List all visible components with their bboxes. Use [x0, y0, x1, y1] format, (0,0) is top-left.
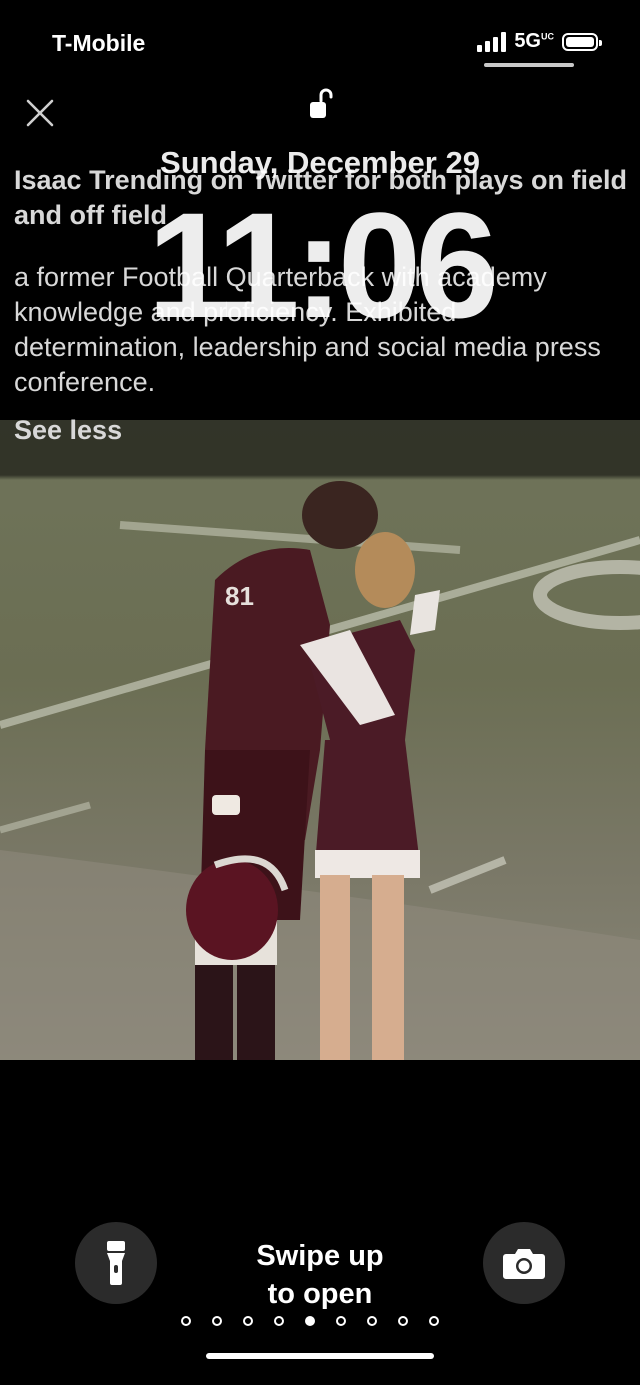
page-dot[interactable] — [367, 1316, 377, 1326]
lock-time: 11:06 — [147, 181, 498, 349]
swipe-hint: Swipe up to open — [0, 1237, 640, 1313]
swipe-line-1: Swipe up — [256, 1240, 384, 1272]
close-icon — [26, 99, 54, 127]
control-center-grabber[interactable] — [484, 63, 574, 67]
close-button[interactable] — [22, 95, 58, 131]
network-label: 5GUC — [514, 30, 554, 53]
status-indicators: 5GUC — [477, 30, 602, 53]
story-photo[interactable]: 81 — [0, 420, 640, 1060]
carrier-name: T-Mobile — [52, 30, 146, 56]
page-dot[interactable] — [336, 1316, 346, 1326]
page-indicator[interactable] — [181, 1316, 439, 1326]
battery-icon — [562, 32, 602, 51]
page-dot[interactable] — [398, 1316, 408, 1326]
lock-controls — [0, 1060, 640, 1385]
page-dot[interactable] — [212, 1316, 222, 1326]
see-less-link[interactable]: See less — [14, 415, 122, 446]
lock-date: Sunday, December 29 — [160, 145, 480, 180]
page-dot[interactable] — [243, 1316, 253, 1326]
page-dot[interactable] — [305, 1316, 315, 1326]
signal-icon — [477, 31, 507, 52]
status-bar: T-Mobile 5GUC — [0, 0, 640, 80]
page-dot[interactable] — [429, 1316, 439, 1326]
page-dot[interactable] — [181, 1316, 191, 1326]
home-indicator[interactable] — [206, 1353, 434, 1359]
network-type: 5G — [514, 30, 541, 52]
jersey-number: 81 — [225, 581, 254, 611]
network-badge: UC — [541, 31, 554, 42]
swipe-line-2: to open — [267, 1278, 373, 1310]
unlocked-icon — [307, 88, 335, 120]
page-dot[interactable] — [274, 1316, 284, 1326]
